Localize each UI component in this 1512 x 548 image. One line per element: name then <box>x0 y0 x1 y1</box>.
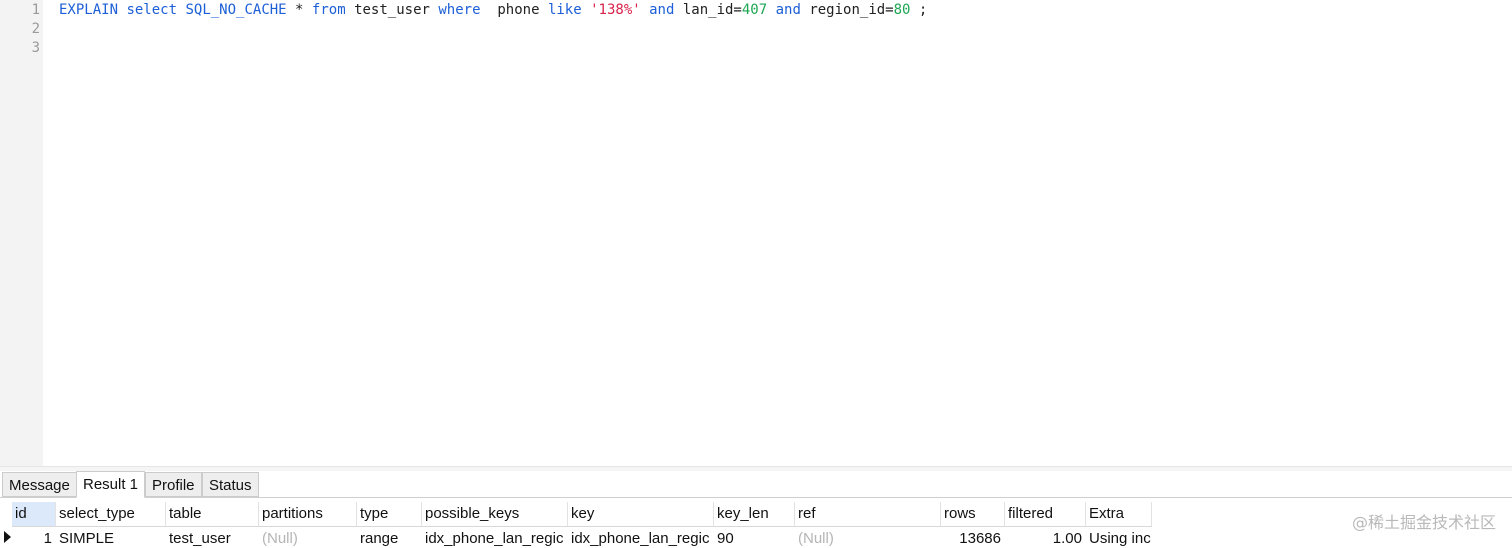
column-header-type[interactable]: type <box>357 502 422 527</box>
column-header-select-type[interactable]: select_type <box>56 502 166 527</box>
line-number-gutter: 1 2 3 <box>0 0 43 466</box>
sql-token-num: 407 <box>741 2 768 18</box>
cell-possible-keys[interactable]: idx_phone_lan_regic <box>422 528 568 548</box>
sql-token-kw: SQL_NO_CACHE <box>185 2 287 18</box>
column-header-key-len[interactable]: key_len <box>714 502 795 527</box>
tab-profile[interactable]: Profile <box>145 472 202 497</box>
cell-key[interactable]: idx_phone_lan_regic <box>568 528 714 548</box>
sql-token-kw: and <box>775 2 801 18</box>
sql-token-id: region_id= <box>800 2 894 18</box>
row-indicator-column <box>0 501 12 546</box>
cell-type[interactable]: range <box>357 528 422 548</box>
sql-token-str: '138%' <box>590 2 641 18</box>
sql-token-kw: from <box>311 2 346 18</box>
current-row-arrow-icon <box>4 531 11 543</box>
sql-token-id: lan_id= <box>674 2 742 18</box>
cell-ref[interactable]: (Null) <box>795 528 941 548</box>
cell-key-len[interactable]: 90 <box>714 528 795 548</box>
sql-token-num: 80 <box>893 2 911 18</box>
sql-token-kw: and <box>649 2 675 18</box>
sql-editor[interactable]: 1 2 3 EXPLAIN select SQL_NO_CACHE * from… <box>0 0 1512 466</box>
column-header-id[interactable]: id <box>12 502 56 527</box>
sql-token-id <box>641 2 649 18</box>
sql-token-kw: select <box>126 2 178 18</box>
column-header-ref[interactable]: ref <box>795 502 941 527</box>
watermark: @稀土掘金技术社区 <box>1351 513 1496 532</box>
column-header-rows[interactable]: rows <box>941 502 1005 527</box>
column-header-filtered[interactable]: filtered <box>1005 502 1086 527</box>
sql-token-id: test_user <box>345 2 439 18</box>
tab-message[interactable]: Message <box>2 472 77 497</box>
line-number: 2 <box>31 21 40 37</box>
cell-rows[interactable]: 13686 <box>941 528 1005 548</box>
result-grid: id select_type table partitions type pos… <box>0 501 1512 548</box>
cell-filtered[interactable]: 1.00 <box>1005 528 1086 548</box>
sql-token-id <box>767 2 775 18</box>
line-number: 3 <box>31 40 40 56</box>
cell-extra[interactable]: Using inc <box>1086 528 1152 548</box>
sql-token-kw: like <box>547 2 582 18</box>
code-line-1[interactable]: EXPLAIN select SQL_NO_CACHE * from test_… <box>59 1 927 20</box>
column-header-possible-keys[interactable]: possible_keys <box>422 502 568 527</box>
sql-token-kw: where <box>438 2 481 18</box>
column-header-table[interactable]: table <box>166 502 259 527</box>
column-header-key[interactable]: key <box>568 502 714 527</box>
tab-result-1[interactable]: Result 1 <box>76 471 146 498</box>
cell-id[interactable]: 1 <box>12 528 56 548</box>
cell-select-type[interactable]: SIMPLE <box>56 528 166 548</box>
sql-token-id: phone <box>480 2 548 18</box>
code-area[interactable]: EXPLAIN select SQL_NO_CACHE * from test_… <box>59 0 1512 466</box>
tab-status[interactable]: Status <box>202 472 259 497</box>
sql-token-id: * <box>286 2 312 18</box>
column-header-extra[interactable]: Extra <box>1086 502 1152 527</box>
cell-table[interactable]: test_user <box>166 528 259 548</box>
cell-partitions[interactable]: (Null) <box>259 528 357 548</box>
sql-token-id: ; <box>910 2 928 18</box>
result-tab-bar: Message Result 1 Profile Status <box>0 471 1512 498</box>
sql-token-kw: EXPLAIN <box>59 2 119 18</box>
column-header-partitions[interactable]: partitions <box>259 502 357 527</box>
sql-token-id <box>582 2 590 18</box>
line-number: 1 <box>31 2 40 18</box>
